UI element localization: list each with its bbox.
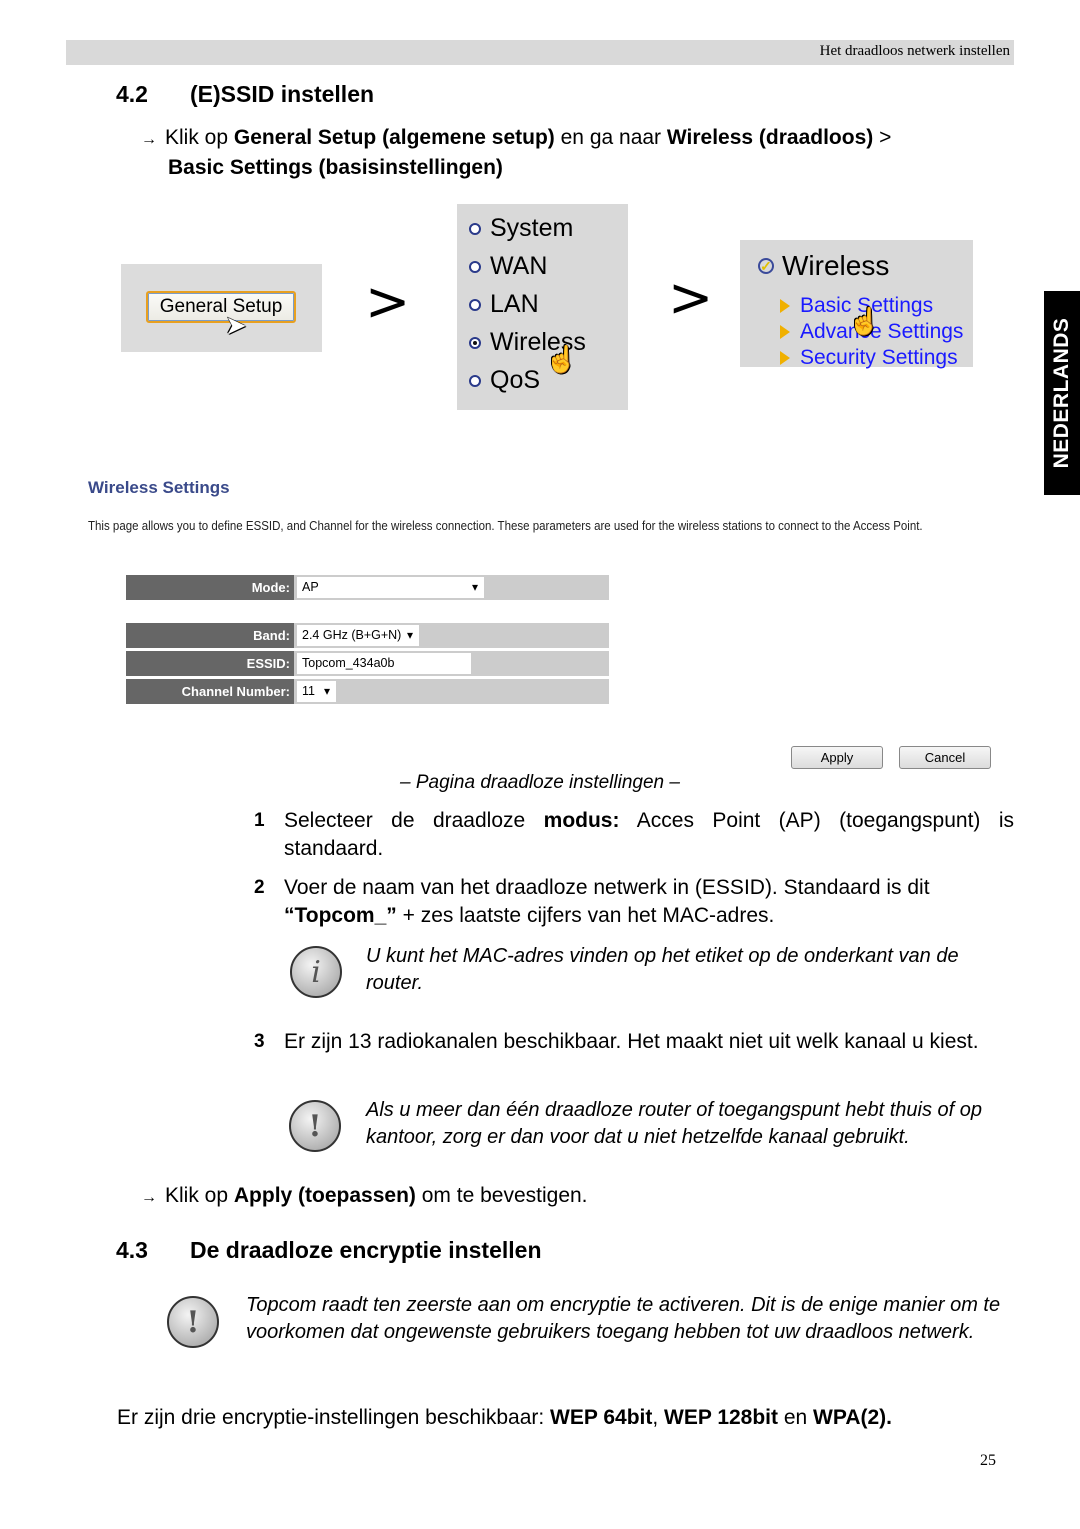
note-warning-channel: Als u meer dan één draadloze router of t… [366, 1099, 982, 1148]
section-heading-4-3: 4.3 De draadloze encryptie instellen [116, 1237, 542, 1264]
mode-label: Mode: [126, 575, 294, 600]
mode-select[interactable]: AP [297, 577, 484, 598]
section-number: 4.3 [116, 1237, 148, 1263]
page-number: 25 [980, 1452, 996, 1469]
wireless-submenu: ✓ Wireless Basic Settings Advance Setting… [740, 240, 973, 370]
instruction-apply: → Klik op Apply (toepassen) om te bevesti… [141, 1184, 588, 1207]
essid-input[interactable]: Topcom_434a0b [297, 653, 471, 674]
triangle-bullet-icon [780, 299, 790, 313]
channel-label: Channel Number: [126, 679, 294, 704]
band-row: Band: 2.4 GHz (B+G+N) [126, 623, 609, 648]
channel-row: Channel Number: 11 [126, 679, 609, 704]
separator-gt: > [365, 270, 411, 333]
language-label: NEDERLANDS [1050, 317, 1073, 469]
running-title: Het draadloos netwerk instellen [819, 43, 1010, 59]
arrow-icon: → [141, 131, 157, 148]
general-setup-menu: System WAN LAN Wireless QoS ☝ [457, 204, 628, 410]
triangle-bullet-icon [780, 325, 790, 339]
wireless-settings-description: This page allows you to define ESSID, an… [88, 519, 923, 533]
check-icon: ✓ [758, 258, 774, 274]
step-1: 1 Selecteer de draadloze modus: Acces Po… [254, 809, 1015, 860]
note-warning-encryption: Topcom raadt ten zeerste aan om encrypti… [246, 1294, 1001, 1343]
warning-icon: ! [167, 1296, 219, 1348]
link-security-settings[interactable]: Security Settings [780, 346, 958, 370]
warning-icon: ! [289, 1100, 341, 1152]
menu-item-qos[interactable]: QoS [469, 366, 540, 395]
radio-icon [469, 298, 481, 311]
general-setup-screenshot: General Setup ➤ [121, 264, 322, 352]
triangle-bullet-icon [780, 351, 790, 365]
radio-icon [469, 222, 481, 235]
step-3: 3 Er zijn 13 radiokanalen beschikbaar. H… [254, 1030, 979, 1053]
menu-item-lan[interactable]: LAN [469, 290, 539, 319]
cancel-button[interactable]: Cancel [899, 746, 991, 769]
section-heading-4-2: 4.2 (E)SSID instellen [116, 81, 374, 108]
general-setup-button[interactable]: General Setup [146, 291, 296, 323]
step-2: 2 Voer de naam van het draadloze netwerk… [254, 876, 930, 927]
hand-cursor-icon: ☝ [848, 306, 881, 336]
section-number: 4.2 [116, 81, 148, 107]
info-icon: i [290, 946, 342, 998]
figure-caption: – Pagina draadloze instellingen – [400, 772, 680, 793]
language-tab: NEDERLANDS [1044, 291, 1080, 495]
apply-button[interactable]: Apply [791, 746, 883, 769]
radio-icon [469, 374, 481, 387]
instruction-general-setup: → Klik op General Setup (algemene setup) … [141, 126, 892, 179]
wireless-settings-title: Wireless Settings [88, 478, 230, 497]
arrow-icon: → [141, 1189, 157, 1206]
running-header: Het draadloos netwerk instellen [66, 40, 1014, 65]
menu-item-wan[interactable]: WAN [469, 252, 547, 281]
menu-item-system[interactable]: System [469, 214, 573, 243]
arrow-cursor-icon: ➤ [225, 310, 247, 340]
hand-cursor-icon: ☝ [545, 344, 578, 374]
band-select[interactable]: 2.4 GHz (B+G+N) [297, 625, 419, 646]
note-info: U kunt het MAC-adres vinden op het etike… [366, 945, 959, 994]
radio-icon [469, 260, 481, 273]
channel-select[interactable]: 11 [297, 681, 336, 702]
section-title: (E)SSID instellen [190, 81, 375, 107]
essid-row: ESSID: Topcom_434a0b [126, 651, 609, 676]
separator-gt: > [668, 266, 714, 329]
radio-selected-icon [469, 336, 481, 349]
band-label: Band: [126, 623, 294, 648]
encryption-options-text: Er zijn drie encryptie-instellingen besc… [117, 1406, 892, 1429]
mode-row: Mode: AP [126, 575, 609, 600]
wireless-title: ✓ Wireless [758, 250, 889, 282]
section-title: De draadloze encryptie instellen [190, 1237, 542, 1263]
essid-label: ESSID: [126, 651, 294, 676]
